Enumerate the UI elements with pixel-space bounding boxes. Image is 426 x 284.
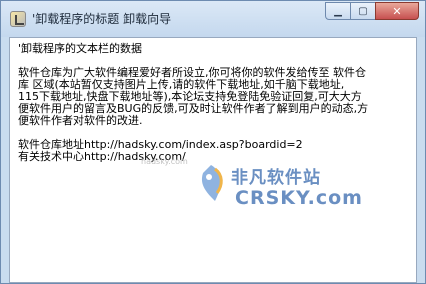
app-icon	[10, 11, 26, 27]
close-button[interactable]: ✕	[375, 2, 419, 20]
watermark-logo-icon	[201, 165, 223, 201]
title-bar[interactable]: '卸载程序的标题 卸载向导 ▁ ▢ ✕	[1, 1, 425, 37]
watermark: 非凡软件站 CRSKY.com	[193, 159, 362, 215]
watermark-title: 非凡软件站	[231, 168, 321, 188]
uninstall-wizard-window: '卸载程序的标题 卸载向导 ▁ ▢ ✕ '卸载程序的文本栏的数据 软件仓库为广大…	[0, 0, 426, 284]
window-controls: ▁ ▢ ✕	[325, 2, 419, 22]
window-title: '卸载程序的标题 卸载向导	[32, 12, 172, 26]
minimize-button[interactable]: ▁	[325, 2, 351, 20]
content-heading: '卸载程序的文本栏的数据	[18, 42, 143, 55]
watermark-subtitle: CRSKY.com	[235, 187, 363, 209]
maximize-button[interactable]: ▢	[350, 2, 376, 20]
paragraph-line: 便软件作者对软件的改进.	[18, 114, 143, 127]
watermark-small-text: hadsky.com	[141, 157, 188, 166]
